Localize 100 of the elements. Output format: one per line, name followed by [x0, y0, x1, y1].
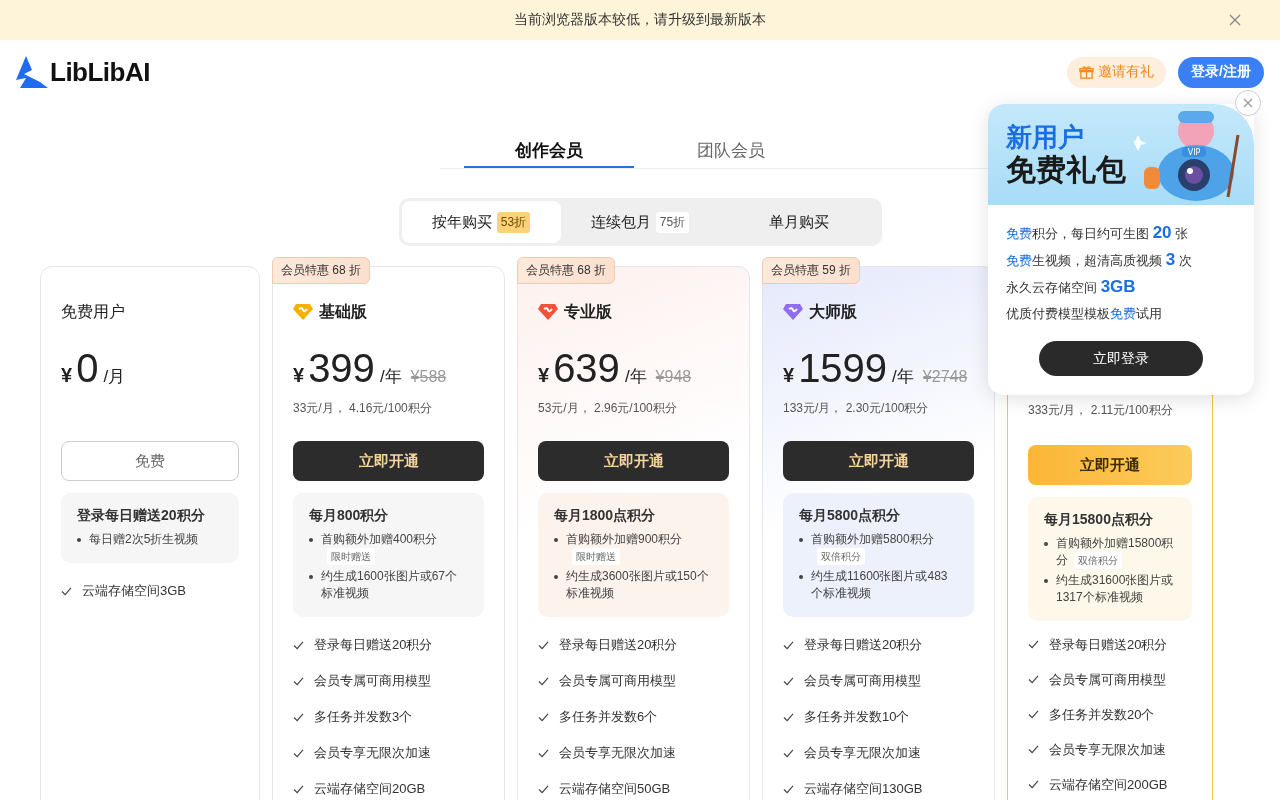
billing-option[interactable]: 连续包月 75折	[560, 201, 720, 243]
check-icon	[293, 712, 304, 722]
currency-symbol: ¥	[61, 364, 73, 387]
feature-text: 会员专属可商用模型	[559, 672, 676, 690]
check-icon	[538, 712, 549, 722]
currency-symbol: ¥	[293, 364, 305, 387]
feature-text: 云端存储空间3GB	[82, 582, 186, 600]
bullet-icon	[799, 575, 803, 579]
check-icon	[538, 640, 549, 650]
points-title: 每月5800点积分	[799, 507, 902, 525]
feature-text: 会员专属可商用模型	[314, 672, 431, 690]
plan-name: 大师版	[809, 301, 857, 322]
bullet-icon	[77, 538, 81, 542]
discount-tag: 75折	[655, 211, 690, 233]
price-amount: 1599	[798, 346, 888, 391]
gem-icon	[538, 303, 558, 321]
logo-icon	[16, 56, 48, 88]
billing-option[interactable]: 单月购买	[719, 201, 879, 243]
discount-badge: 会员特惠 68 折	[517, 257, 615, 284]
close-icon	[1243, 98, 1253, 108]
subscribe-button[interactable]: 免费	[61, 441, 239, 481]
bullet-icon	[1044, 579, 1048, 583]
check-icon	[1028, 780, 1039, 789]
plan-name: 专业版	[564, 301, 612, 322]
check-icon	[1028, 640, 1039, 649]
feature-text: 多任务并发数6个	[559, 708, 658, 726]
close-icon	[1229, 14, 1241, 26]
points-detail: 约生成3600张图片或150个标准视频	[566, 568, 710, 602]
benefit-text: 优质付费模型模板免费试用	[1006, 305, 1163, 323]
billing-option[interactable]: 按年购买 53折	[401, 201, 561, 243]
original-price: ¥948	[655, 368, 692, 386]
unit-price: 53元/月， 2.96元/100积分	[538, 400, 678, 416]
check-icon	[783, 712, 794, 722]
benefit-text: 免费积分，每日约可生图 20 张	[1006, 222, 1190, 244]
price-period: /月	[103, 366, 126, 388]
bullet-icon	[554, 575, 558, 579]
check-icon	[1028, 675, 1039, 684]
check-icon	[783, 748, 794, 758]
subscribe-button[interactable]: 立即开通	[538, 441, 729, 481]
feature-text: 登录每日赠送20积分	[1049, 635, 1168, 654]
benefit-text: 永久云存储空间 3GB	[1006, 276, 1137, 298]
tab[interactable]: 创作会员	[464, 134, 634, 168]
gift-icon	[1079, 64, 1095, 80]
feature-text: 登录每日赠送20积分	[804, 636, 923, 654]
feature-text: 登录每日赠送20积分	[559, 636, 678, 654]
logo-wordmark[interactable]: LibLibAI	[50, 56, 150, 88]
unit-price: 133元/月， 2.30元/100积分	[783, 400, 930, 416]
benefit-text: 免费生视频，超清高质视频 3 次	[1006, 249, 1193, 271]
points-detail: 首购额外加赠5800积分 双倍积分	[811, 531, 958, 565]
plan-name: 免费用户	[61, 301, 125, 322]
points-detail: 首购额外加赠900积分 限时赠送	[566, 531, 713, 565]
feature-text: 会员专享无限次加速	[314, 744, 431, 762]
banner-message: 当前浏览器版本较低，请升级到最新版本	[514, 11, 766, 29]
bullet-icon	[309, 538, 313, 542]
original-price: ¥2748	[922, 368, 968, 386]
check-icon	[293, 784, 304, 794]
feature-text: 会员专享无限次加速	[559, 744, 676, 762]
check-icon	[1028, 710, 1039, 719]
bullet-icon	[799, 538, 803, 542]
feature-text: 会员专享无限次加速	[1049, 740, 1166, 759]
points-title: 登录每日赠送20积分	[77, 507, 206, 525]
popup-close-button[interactable]	[1235, 90, 1261, 116]
points-detail: 每日赠2次5折生视频	[89, 531, 199, 548]
discount-badge: 会员特惠 68 折	[272, 257, 370, 284]
check-icon	[538, 676, 549, 686]
feature-text: 云端存储空间20GB	[314, 780, 426, 798]
check-icon	[783, 784, 794, 794]
login-now-button[interactable]: 立即登录	[1039, 341, 1203, 376]
feature-text: 多任务并发数10个	[804, 708, 910, 726]
feature-text: 云端存储空间200GB	[1049, 775, 1168, 794]
check-icon	[1028, 745, 1039, 754]
feature-text: 会员专属可商用模型	[1049, 670, 1166, 689]
original-price: ¥588	[410, 368, 447, 386]
discount-badge: 会员特惠 59 折	[762, 257, 860, 284]
tab[interactable]: 团队会员	[646, 134, 816, 168]
gem-icon	[783, 303, 803, 321]
check-icon	[538, 784, 549, 794]
check-icon	[61, 586, 72, 596]
points-detail: 约生成1600张图片或67个标准视频	[321, 568, 459, 602]
price-period: /年	[379, 366, 402, 388]
close-button[interactable]	[1228, 13, 1242, 27]
points-title: 每月15800点积分	[1044, 511, 1154, 529]
points-title: 每月800积分	[309, 507, 390, 525]
popup-title: 免费礼包	[1006, 152, 1126, 188]
login-button[interactable]: 登录/注册	[1178, 56, 1264, 88]
currency-symbol: ¥	[783, 364, 795, 387]
feature-text: 会员专享无限次加速	[804, 744, 921, 762]
subscribe-button[interactable]: 立即开通	[783, 441, 974, 481]
price-period: /年	[892, 366, 914, 388]
price-period: /年	[624, 366, 647, 388]
feature-text: 云端存储空间50GB	[559, 780, 671, 798]
check-icon	[293, 676, 304, 686]
check-icon	[293, 640, 304, 650]
subscribe-button[interactable]: 立即开通	[1028, 445, 1192, 485]
subscribe-button[interactable]: 立即开通	[293, 441, 484, 481]
camera-drawing: VIP	[1134, 105, 1254, 205]
check-icon	[783, 676, 794, 686]
points-title: 每月1800点积分	[554, 507, 657, 525]
bullet-icon	[309, 575, 313, 579]
price-amount: 0	[76, 346, 99, 391]
